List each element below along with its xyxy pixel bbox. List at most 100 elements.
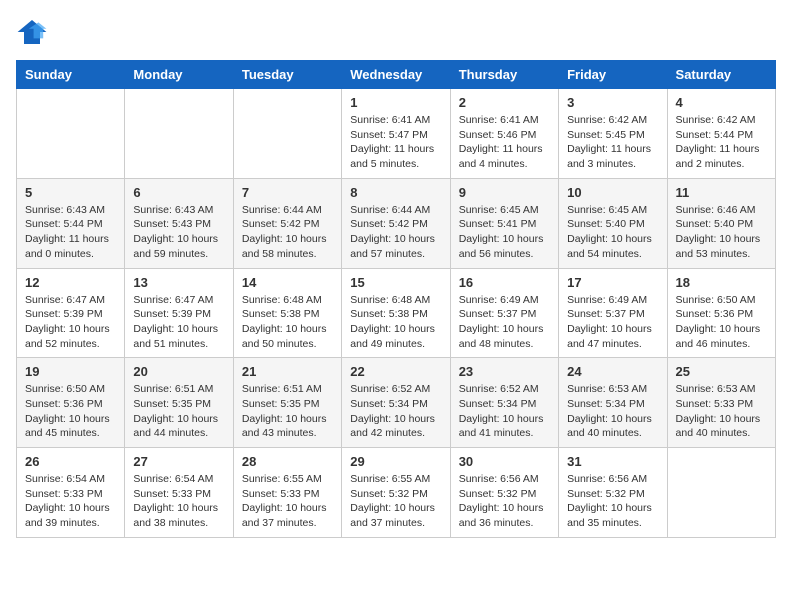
day-cell: 24 Sunrise: 6:53 AMSunset: 5:34 PMDayligh… bbox=[559, 358, 667, 448]
day-info: Sunrise: 6:53 AMSunset: 5:34 PMDaylight:… bbox=[567, 382, 658, 441]
day-cell: 27 Sunrise: 6:54 AMSunset: 5:33 PMDayligh… bbox=[125, 448, 233, 538]
day-cell: 12 Sunrise: 6:47 AMSunset: 5:39 PMDayligh… bbox=[17, 268, 125, 358]
day-number: 3 bbox=[567, 95, 658, 110]
day-info: Sunrise: 6:50 AMSunset: 5:36 PMDaylight:… bbox=[25, 382, 116, 441]
day-number: 9 bbox=[459, 185, 550, 200]
day-cell: 29 Sunrise: 6:55 AMSunset: 5:32 PMDayligh… bbox=[342, 448, 450, 538]
weekday-header-saturday: Saturday bbox=[667, 61, 775, 89]
day-cell: 16 Sunrise: 6:49 AMSunset: 5:37 PMDayligh… bbox=[450, 268, 558, 358]
weekday-header-row: SundayMondayTuesdayWednesdayThursdayFrid… bbox=[17, 61, 776, 89]
day-info: Sunrise: 6:52 AMSunset: 5:34 PMDaylight:… bbox=[350, 382, 441, 441]
weekday-header-sunday: Sunday bbox=[17, 61, 125, 89]
day-number: 29 bbox=[350, 454, 441, 469]
day-info: Sunrise: 6:52 AMSunset: 5:34 PMDaylight:… bbox=[459, 382, 550, 441]
weekday-header-friday: Friday bbox=[559, 61, 667, 89]
day-info: Sunrise: 6:47 AMSunset: 5:39 PMDaylight:… bbox=[25, 293, 116, 352]
day-number: 22 bbox=[350, 364, 441, 379]
day-info: Sunrise: 6:56 AMSunset: 5:32 PMDaylight:… bbox=[567, 472, 658, 531]
calendar-table: SundayMondayTuesdayWednesdayThursdayFrid… bbox=[16, 60, 776, 538]
day-info: Sunrise: 6:53 AMSunset: 5:33 PMDaylight:… bbox=[676, 382, 767, 441]
day-info: Sunrise: 6:43 AMSunset: 5:44 PMDaylight:… bbox=[25, 203, 116, 262]
day-cell: 3 Sunrise: 6:42 AMSunset: 5:45 PMDaylight… bbox=[559, 89, 667, 179]
page-header bbox=[16, 16, 776, 48]
logo-icon bbox=[16, 16, 48, 48]
day-number: 15 bbox=[350, 275, 441, 290]
day-cell: 4Sunrise: 6:42 AMSunset: 5:44 PMDaylight… bbox=[667, 89, 775, 179]
day-cell: 20 Sunrise: 6:51 AMSunset: 5:35 PMDayligh… bbox=[125, 358, 233, 448]
week-row-5: 26 Sunrise: 6:54 AMSunset: 5:33 PMDayligh… bbox=[17, 448, 776, 538]
day-cell: 23 Sunrise: 6:52 AMSunset: 5:34 PMDayligh… bbox=[450, 358, 558, 448]
day-cell: 30 Sunrise: 6:56 AMSunset: 5:32 PMDayligh… bbox=[450, 448, 558, 538]
day-cell: 2Sunrise: 6:41 AMSunset: 5:46 PMDaylight… bbox=[450, 89, 558, 179]
day-info: Sunrise: 6:43 AMSunset: 5:43 PMDaylight:… bbox=[133, 203, 224, 262]
day-number: 31 bbox=[567, 454, 658, 469]
day-cell: 7 Sunrise: 6:44 AMSunset: 5:42 PMDaylight… bbox=[233, 178, 341, 268]
day-info: Sunrise: 6:42 AMSunset: 5:45 PMDaylight:… bbox=[567, 113, 658, 172]
day-number: 12 bbox=[25, 275, 116, 290]
day-number: 21 bbox=[242, 364, 333, 379]
day-cell: 13Sunrise: 6:47 AMSunset: 5:39 PMDayligh… bbox=[125, 268, 233, 358]
day-number: 23 bbox=[459, 364, 550, 379]
day-cell bbox=[17, 89, 125, 179]
day-info: Sunrise: 6:47 AMSunset: 5:39 PMDaylight:… bbox=[133, 293, 224, 352]
day-info: Sunrise: 6:51 AMSunset: 5:35 PMDaylight:… bbox=[133, 382, 224, 441]
day-number: 16 bbox=[459, 275, 550, 290]
day-number: 18 bbox=[676, 275, 767, 290]
day-cell: 31 Sunrise: 6:56 AMSunset: 5:32 PMDayligh… bbox=[559, 448, 667, 538]
day-number: 6 bbox=[133, 185, 224, 200]
day-cell: 9 Sunrise: 6:45 AMSunset: 5:41 PMDaylight… bbox=[450, 178, 558, 268]
day-info: Sunrise: 6:50 AMSunset: 5:36 PMDaylight:… bbox=[676, 293, 767, 352]
day-number: 1 bbox=[350, 95, 441, 110]
day-info: Sunrise: 6:48 AMSunset: 5:38 PMDaylight:… bbox=[242, 293, 333, 352]
day-number: 28 bbox=[242, 454, 333, 469]
day-info: Sunrise: 6:41 AMSunset: 5:47 PMDaylight:… bbox=[350, 113, 441, 172]
day-cell bbox=[233, 89, 341, 179]
day-cell: 28 Sunrise: 6:55 AMSunset: 5:33 PMDayligh… bbox=[233, 448, 341, 538]
day-info: Sunrise: 6:54 AMSunset: 5:33 PMDaylight:… bbox=[133, 472, 224, 531]
day-number: 27 bbox=[133, 454, 224, 469]
day-cell: 5 Sunrise: 6:43 AMSunset: 5:44 PMDaylight… bbox=[17, 178, 125, 268]
day-cell: 18 Sunrise: 6:50 AMSunset: 5:36 PMDayligh… bbox=[667, 268, 775, 358]
day-info: Sunrise: 6:45 AMSunset: 5:40 PMDaylight:… bbox=[567, 203, 658, 262]
day-info: Sunrise: 6:45 AMSunset: 5:41 PMDaylight:… bbox=[459, 203, 550, 262]
day-number: 26 bbox=[25, 454, 116, 469]
day-cell bbox=[125, 89, 233, 179]
day-info: Sunrise: 6:54 AMSunset: 5:33 PMDaylight:… bbox=[25, 472, 116, 531]
day-number: 20 bbox=[133, 364, 224, 379]
day-cell: 10 Sunrise: 6:45 AMSunset: 5:40 PMDayligh… bbox=[559, 178, 667, 268]
day-cell: 19 Sunrise: 6:50 AMSunset: 5:36 PMDayligh… bbox=[17, 358, 125, 448]
day-cell: 22 Sunrise: 6:52 AMSunset: 5:34 PMDayligh… bbox=[342, 358, 450, 448]
day-number: 7 bbox=[242, 185, 333, 200]
day-number: 5 bbox=[25, 185, 116, 200]
day-info: Sunrise: 6:48 AMSunset: 5:38 PMDaylight:… bbox=[350, 293, 441, 352]
day-cell: 25Sunrise: 6:53 AMSunset: 5:33 PMDayligh… bbox=[667, 358, 775, 448]
week-row-4: 19 Sunrise: 6:50 AMSunset: 5:36 PMDayligh… bbox=[17, 358, 776, 448]
day-info: Sunrise: 6:55 AMSunset: 5:33 PMDaylight:… bbox=[242, 472, 333, 531]
weekday-header-tuesday: Tuesday bbox=[233, 61, 341, 89]
day-number: 30 bbox=[459, 454, 550, 469]
weekday-header-wednesday: Wednesday bbox=[342, 61, 450, 89]
week-row-3: 12 Sunrise: 6:47 AMSunset: 5:39 PMDayligh… bbox=[17, 268, 776, 358]
day-cell: 1 Sunrise: 6:41 AMSunset: 5:47 PMDaylight… bbox=[342, 89, 450, 179]
weekday-header-monday: Monday bbox=[125, 61, 233, 89]
day-number: 24 bbox=[567, 364, 658, 379]
day-cell: 26 Sunrise: 6:54 AMSunset: 5:33 PMDayligh… bbox=[17, 448, 125, 538]
day-cell: 11 Sunrise: 6:46 AMSunset: 5:40 PMDayligh… bbox=[667, 178, 775, 268]
week-row-1: 1 Sunrise: 6:41 AMSunset: 5:47 PMDaylight… bbox=[17, 89, 776, 179]
weekday-header-thursday: Thursday bbox=[450, 61, 558, 89]
day-number: 8 bbox=[350, 185, 441, 200]
day-info: Sunrise: 6:44 AMSunset: 5:42 PMDaylight:… bbox=[242, 203, 333, 262]
day-info: Sunrise: 6:49 AMSunset: 5:37 PMDaylight:… bbox=[459, 293, 550, 352]
day-cell: 15 Sunrise: 6:48 AMSunset: 5:38 PMDayligh… bbox=[342, 268, 450, 358]
day-cell bbox=[667, 448, 775, 538]
day-info: Sunrise: 6:46 AMSunset: 5:40 PMDaylight:… bbox=[676, 203, 767, 262]
day-info: Sunrise: 6:51 AMSunset: 5:35 PMDaylight:… bbox=[242, 382, 333, 441]
day-info: Sunrise: 6:55 AMSunset: 5:32 PMDaylight:… bbox=[350, 472, 441, 531]
day-number: 19 bbox=[25, 364, 116, 379]
day-number: 14 bbox=[242, 275, 333, 290]
day-cell: 17Sunrise: 6:49 AMSunset: 5:37 PMDayligh… bbox=[559, 268, 667, 358]
day-info: Sunrise: 6:56 AMSunset: 5:32 PMDaylight:… bbox=[459, 472, 550, 531]
day-number: 10 bbox=[567, 185, 658, 200]
day-info: Sunrise: 6:49 AMSunset: 5:37 PMDaylight:… bbox=[567, 293, 658, 352]
day-number: 11 bbox=[676, 185, 767, 200]
